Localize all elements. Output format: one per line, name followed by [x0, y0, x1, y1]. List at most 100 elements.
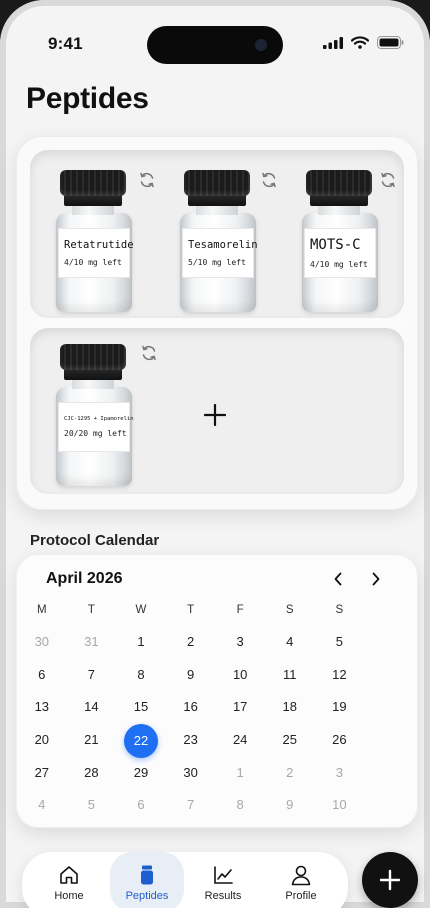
calendar-day[interactable]: 5 [315, 626, 365, 658]
refresh-icon[interactable] [260, 171, 278, 189]
tab-label: Results [204, 890, 242, 902]
calendar-day[interactable]: 5 [67, 789, 117, 821]
calendar-day[interactable]: 14 [67, 691, 117, 723]
weekday-label: W [135, 604, 147, 616]
calendar-day[interactable]: 18 [265, 691, 315, 723]
add-fab-button[interactable] [362, 852, 418, 908]
tab-peptides[interactable]: Peptides [110, 852, 184, 908]
calendar-day[interactable]: 13 [17, 691, 67, 723]
calendar-week: 30 31 1 2 3 4 5 [17, 626, 417, 659]
calendar-day[interactable]: 6 [17, 659, 67, 691]
calendar-day[interactable]: 21 [67, 724, 117, 756]
calendar-day[interactable]: 16 [166, 691, 216, 723]
calendar-day[interactable]: 17 [215, 691, 265, 723]
vial-neck [196, 205, 238, 215]
chevron-right-icon [372, 572, 380, 586]
calendar-day[interactable]: 8 [116, 659, 166, 691]
calendar-day[interactable]: 19 [315, 691, 365, 723]
calendar-week: 6 7 8 9 10 11 12 [17, 659, 417, 692]
tab-label: Home [54, 890, 84, 902]
tab-label: Profile [285, 890, 317, 902]
refresh-icon[interactable] [140, 344, 158, 362]
vial-neck [72, 379, 114, 389]
calendar-day[interactable]: 20 [17, 724, 67, 756]
vial-name: MOTS-C [310, 237, 361, 253]
refresh-icon[interactable] [379, 171, 397, 189]
vial-remaining: 4/10 mg left [310, 260, 368, 269]
prev-month-button[interactable] [328, 569, 348, 589]
calendar-month-label: April 2026 [46, 570, 123, 587]
next-month-button[interactable] [366, 569, 386, 589]
calendar-day[interactable]: 1 [116, 626, 166, 658]
vial-label: Retatrutide 4/10 mg left [58, 228, 134, 278]
vial-icon [141, 865, 153, 885]
calendar-day[interactable]: 15 [116, 691, 166, 723]
calendar-day[interactable]: 9 [265, 789, 315, 821]
calendar-week: 13 14 15 16 17 18 19 [17, 691, 417, 724]
calendar-day[interactable]: 1 [215, 757, 265, 789]
vial-card[interactable]: Tesamorelin 5/10 mg left [178, 170, 258, 312]
calendar-day[interactable]: 10 [315, 789, 365, 821]
calendar-day[interactable]: 27 [17, 757, 67, 789]
calendar-week: 4 5 6 7 8 9 10 [17, 789, 417, 822]
calendar-day[interactable]: 12 [315, 659, 365, 691]
chevron-left-icon [334, 572, 342, 586]
tab-bar: Home Peptides Results Profile [22, 852, 348, 908]
calendar-day[interactable]: 26 [315, 724, 365, 756]
chart-icon [214, 866, 233, 884]
shelf-divider [30, 318, 404, 328]
calendar-day[interactable]: 31 [67, 626, 117, 658]
calendar-day[interactable]: 24 [215, 724, 265, 756]
calendar-day[interactable]: 25 [265, 724, 315, 756]
protocol-calendar: April 2026 M T W T F S S 30 31 1 2 3 4 5… [16, 554, 418, 828]
calendar-day[interactable]: 6 [116, 789, 166, 821]
calendar-day[interactable]: 23 [166, 724, 216, 756]
calendar-day[interactable]: 10 [215, 659, 265, 691]
vial-name: Retatrutide [64, 239, 134, 251]
wifi-icon [351, 36, 369, 49]
vial-card[interactable]: MOTS-C 4/10 mg left [300, 170, 380, 312]
vial-cap [184, 170, 250, 196]
plus-icon [379, 869, 401, 891]
home-icon [60, 866, 78, 884]
calendar-day[interactable]: 7 [67, 659, 117, 691]
battery-icon [377, 36, 404, 49]
status-icons [323, 36, 404, 49]
calendar-day[interactable]: 4 [265, 626, 315, 658]
dynamic-island [147, 26, 283, 64]
person-icon [291, 865, 311, 886]
calendar-day[interactable]: 4 [17, 789, 67, 821]
calendar-day[interactable]: 2 [166, 626, 216, 658]
vial-card[interactable]: Retatrutide 4/10 mg left [54, 170, 134, 312]
calendar-day[interactable]: 3 [315, 757, 365, 789]
vial-remaining: 4/10 mg left [64, 258, 122, 267]
vial-cap [60, 344, 126, 370]
weekday-label: T [87, 604, 95, 616]
tab-profile[interactable]: Profile [264, 852, 338, 908]
signal-icon [323, 36, 343, 49]
vial-neck [72, 205, 114, 215]
refresh-icon[interactable] [138, 171, 156, 189]
tab-home[interactable]: Home [32, 852, 106, 908]
calendar-day[interactable]: 11 [265, 659, 315, 691]
weekday-label: F [236, 604, 244, 616]
calendar-week: 20 21 22 23 24 25 26 [17, 724, 417, 759]
vial-label: CJC-1295 + Ipamorelin 20/20 mg left [58, 402, 134, 452]
calendar-grid: M T W T F S S 30 31 1 2 3 4 5 6 7 8 9 10… [17, 594, 417, 822]
calendar-day[interactable]: 9 [166, 659, 216, 691]
calendar-day-selected[interactable]: 22 [116, 724, 166, 759]
tab-results[interactable]: Results [186, 852, 260, 908]
status-bar: 9:41 [0, 0, 430, 64]
calendar-day[interactable]: 30 [17, 626, 67, 658]
add-vial-icon[interactable] [204, 404, 226, 426]
vial-cap [306, 170, 372, 196]
calendar-day[interactable]: 2 [265, 757, 315, 789]
phone-screen: 9:41 Peptides Retatrutide 4/10 mg left T… [0, 0, 430, 908]
calendar-day[interactable]: 8 [215, 789, 265, 821]
vial-card[interactable]: CJC-1295 + Ipamorelin 20/20 mg left [54, 344, 134, 486]
calendar-day[interactable]: 28 [67, 757, 117, 789]
calendar-day[interactable]: 3 [215, 626, 265, 658]
calendar-day[interactable]: 30 [166, 757, 216, 789]
calendar-day[interactable]: 7 [166, 789, 216, 821]
calendar-day[interactable]: 29 [116, 757, 166, 789]
